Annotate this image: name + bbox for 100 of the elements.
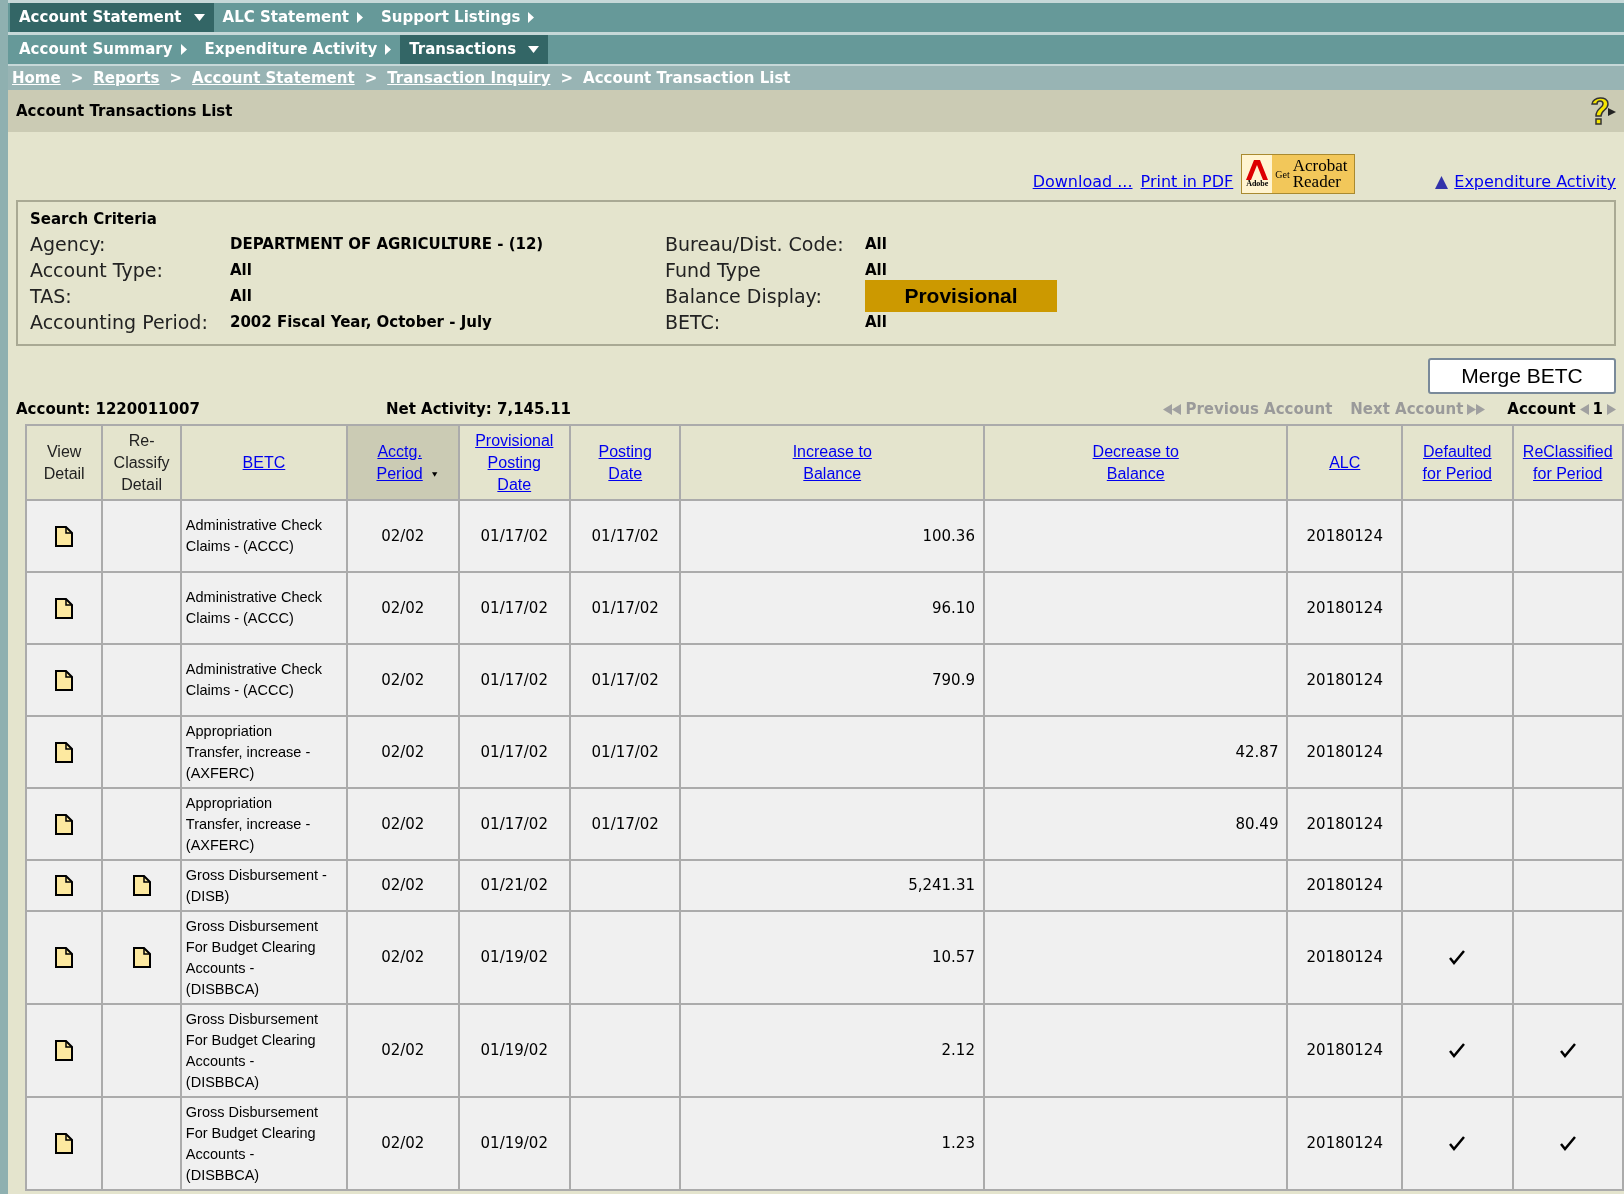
triangle-icon	[1467, 403, 1477, 415]
betc-description: Administrative Check Claims - (ACCC)	[185, 516, 324, 556]
merge-betc-button[interactable]: Merge BETC	[1428, 358, 1616, 394]
column-header[interactable]: Defaulted for Period	[1402, 425, 1513, 500]
table-cell: 1.23	[941, 1134, 975, 1153]
table-cell: 20180124	[1306, 948, 1383, 967]
document-icon[interactable]	[132, 875, 151, 896]
betc-description: Gross Disbursement For Budget Clearing Accounts - (DISBBCA)	[185, 1009, 319, 1092]
caret-right-icon	[385, 44, 392, 55]
document-icon[interactable]	[55, 1133, 74, 1154]
table-cell: 02/02	[381, 742, 425, 761]
up-arrow-icon	[1435, 175, 1449, 189]
table-cell: 80.49	[1235, 814, 1279, 833]
column-header[interactable]: ALC	[1287, 425, 1403, 500]
table-cell: 20180124	[1306, 1041, 1383, 1060]
print-pdf-link[interactable]: Print in PDF	[1140, 170, 1234, 194]
checkmark-icon	[1449, 950, 1466, 965]
checkmark-icon	[1559, 1043, 1576, 1058]
reader-text: Reader	[1292, 174, 1342, 190]
menu-tab[interactable]: Account Statement	[10, 3, 214, 32]
triangle-icon	[1476, 403, 1486, 415]
expenditure-activity-link[interactable]: Expenditure Activity	[1454, 170, 1616, 194]
checkmark-icon	[1559, 1136, 1576, 1151]
document-icon[interactable]	[55, 947, 74, 968]
caret-down-icon	[193, 14, 205, 21]
criteria-label: Fund Type	[665, 257, 762, 283]
table-cell: 01/21/02	[480, 876, 548, 895]
table-cell: 20180124	[1306, 814, 1383, 833]
table-cell: 20180124	[1306, 742, 1383, 761]
triangle-icon	[1163, 403, 1173, 415]
criteria-value: 2002 Fiscal Year, October - July	[230, 312, 492, 334]
criteria-label: Account Type:	[30, 258, 164, 284]
table-cell: 02/02	[381, 876, 425, 895]
table-cell: 02/02	[381, 526, 425, 545]
document-icon[interactable]	[55, 597, 74, 619]
account-index: 1	[1592, 398, 1603, 420]
table-cell: 01/17/02	[480, 526, 548, 545]
adobe-text: Adobe	[1246, 180, 1269, 188]
caret-right-icon	[357, 12, 364, 23]
table-cell: 01/17/02	[480, 670, 548, 689]
table-cell: 01/19/02	[480, 1041, 548, 1060]
table-cell: 01/17/02	[480, 814, 548, 833]
document-icon[interactable]	[55, 525, 74, 547]
balance-display-highlight: Provisional	[865, 280, 1057, 312]
document-icon[interactable]	[55, 741, 74, 763]
criteria-label: Bureau/Dist. Code:	[665, 231, 845, 257]
download-link[interactable]: Download ...	[1032, 170, 1133, 194]
criteria-value: All	[230, 260, 252, 282]
table-cell: 20180124	[1306, 1134, 1383, 1153]
table-cell: 01/19/02	[480, 948, 548, 967]
table-cell: 01/19/02	[480, 1134, 548, 1153]
column-header[interactable]: Decrease to Balance	[983, 425, 1288, 500]
column-header: Re-Classify Detail	[102, 425, 181, 500]
net-activity: Net Activity: 7,145.11	[386, 398, 572, 420]
criteria-value: All	[865, 233, 887, 255]
acrobat-text: Acrobat	[1292, 158, 1348, 174]
table-cell: 96.10	[932, 598, 975, 617]
table-cell: 01/17/02	[591, 742, 659, 761]
column-header[interactable]: Increase to Balance	[680, 425, 984, 500]
breadcrumb-current: Account Transaction List	[583, 67, 791, 89]
column-header[interactable]: BETC	[180, 425, 348, 500]
table-cell: 20180124	[1306, 670, 1383, 689]
search-criteria-title: Search Criteria	[30, 209, 158, 230]
document-icon[interactable]	[55, 1040, 74, 1061]
sort-down-icon	[432, 470, 438, 478]
table-cell: 10.57	[932, 948, 975, 967]
column-header[interactable]: Posting Date	[570, 425, 681, 500]
table-cell: 02/02	[381, 670, 425, 689]
betc-description: Appropriation Transfer, increase - (AXFERC)	[185, 793, 312, 855]
criteria-label: Balance Display:	[665, 283, 823, 309]
account-label: Account	[1507, 398, 1576, 420]
menu-tab[interactable]: Transactions	[400, 35, 549, 64]
column-header[interactable]: Acctg. Period	[347, 425, 459, 500]
betc-description: Administrative Check Claims - (ACCC)	[185, 588, 324, 628]
table-cell: 5,241.31	[908, 876, 975, 895]
previous-icon	[1579, 403, 1589, 415]
table-cell: 01/17/02	[591, 814, 659, 833]
document-icon[interactable]	[55, 813, 74, 835]
document-icon[interactable]	[55, 669, 74, 691]
table-cell: 01/17/02	[480, 742, 548, 761]
table-cell: 01/17/02	[591, 598, 659, 617]
next-icon	[1607, 403, 1616, 415]
breadcrumb-separator: >	[70, 67, 84, 89]
table-cell: 790.9	[932, 670, 975, 689]
betc-description: Gross Disbursement For Budget Clearing Accounts - (DISBBCA)	[185, 1102, 319, 1185]
checkmark-icon	[1449, 1136, 1466, 1151]
table-cell: 02/02	[381, 598, 425, 617]
column-header[interactable]: ReClassified for Period	[1512, 425, 1623, 500]
document-icon[interactable]	[132, 947, 151, 968]
table-cell: 02/02	[381, 1134, 425, 1153]
table-cell: 20180124	[1306, 598, 1383, 617]
caret-down-icon	[528, 46, 540, 53]
column-header: View Detail	[26, 425, 103, 500]
criteria-value: All	[865, 259, 887, 281]
criteria-value: DEPARTMENT OF AGRICULTURE - (12)	[230, 234, 544, 256]
criteria-label: BETC:	[665, 309, 722, 335]
document-icon[interactable]	[55, 875, 74, 896]
table-cell: 01/17/02	[591, 526, 659, 545]
column-header[interactable]: Provisional Posting Date	[458, 425, 570, 500]
table-cell: 100.36	[922, 526, 975, 545]
